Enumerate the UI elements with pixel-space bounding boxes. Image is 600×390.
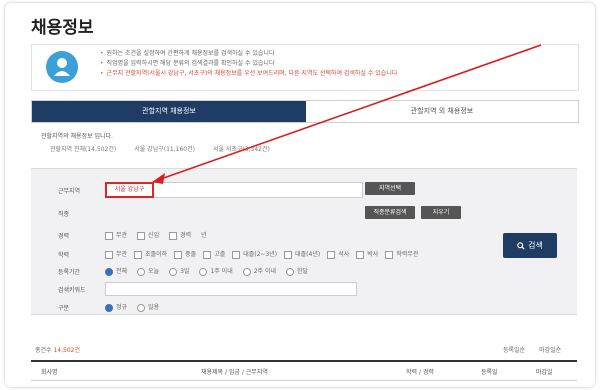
career-option[interactable]: 경력 [169, 230, 191, 240]
career-label: 경력 [58, 233, 70, 240]
column-header: 마감일 [536, 369, 553, 376]
result-tabs: 관할지역 채용정보 관할지역 외 채용정보 [31, 100, 579, 123]
date-options: 전체 오늘 3일 1주 이내 2주 이내 한달 [105, 266, 308, 276]
search-button[interactable]: 검색 [503, 233, 557, 258]
column-header: 채용제목 / 임금 / 근무지역 [201, 369, 268, 376]
results-table-header: 회사명 채용제목 / 임금 / 근무지역 학력 / 경력 등록일 마감일 [31, 360, 577, 381]
search-button-label: 검색 [528, 241, 543, 250]
edu-option[interactable]: 초졸이하 [134, 249, 167, 259]
date-option[interactable]: 한달 [286, 266, 308, 276]
edu-option[interactable]: 대졸(4년) [284, 249, 320, 259]
selected-area-chip[interactable]: 서울 강남구 [105, 182, 154, 198]
date-option[interactable]: 전체 [105, 266, 127, 276]
date-option[interactable]: 오늘 [137, 266, 159, 276]
column-header: 회사명 [41, 369, 58, 376]
edu-option[interactable]: 무관 [105, 249, 127, 259]
tab-local-jobs[interactable]: 관할지역 채용정보 [32, 101, 306, 122]
column-header: 등록일 [481, 369, 498, 376]
edu-label: 학력 [58, 252, 70, 259]
area-label: 근무지역 [58, 188, 81, 195]
edu-options: 무관 초졸이하 중졸 고졸 대졸(2~3년) 대졸(4년) 석사 박사 학력무관 [105, 249, 418, 259]
region-note: 관할지역의 채용정보 입니다. [41, 133, 113, 140]
tab-other-jobs[interactable]: 관할지역 외 채용정보 [306, 101, 578, 122]
search-panel: 근무지역 서울 강남구 지역선택 직종 직종분류검색 지우기 경력 무관 신입 … [31, 168, 577, 315]
info-list: 원하는 조건을 설정하여 간편하게 채용정보를 검색하실 수 있습니다 직업명을… [100, 49, 398, 79]
type-option[interactable]: 정규 [105, 302, 127, 312]
career-options: 무관 신입 경력 년 [105, 230, 207, 240]
region-stats: 관할지역 전체(14,502건) 서울 강남구(11,160건) 서울 서초구(… [50, 144, 270, 153]
area-field[interactable]: 서울 강남구 [105, 182, 363, 198]
keyword-label: 검색키워드 [58, 287, 86, 294]
date-label: 등록기간 [58, 269, 81, 276]
search-icon [517, 241, 525, 250]
info-panel: 원하는 조건을 설정하여 간편하게 채용정보를 검색하실 수 있습니다 직업명을… [31, 44, 579, 91]
info-note: 원하는 조건을 설정하여 간편하게 채용정보를 검색하실 수 있습니다 [100, 49, 397, 59]
page-frame: 채용정보 원하는 조건을 설정하여 간편하게 채용정보를 검색하실 수 있습니다… [5, 3, 595, 387]
career-option[interactable]: 무관 [105, 230, 127, 240]
page-title: 채용정보 [31, 18, 94, 38]
region-stat-link[interactable]: 서울 서초구(3,342건) [213, 144, 270, 153]
count-value: 14,502건 [53, 347, 80, 354]
job-category-button[interactable]: 직종분류검색 [365, 206, 415, 219]
edu-option[interactable]: 고졸 [203, 249, 225, 259]
edu-option[interactable]: 대졸(2~3년) [232, 249, 277, 259]
result-count: 총건수 14,502건 [35, 345, 80, 354]
type-options: 정규 일용 [105, 302, 159, 312]
column-header: 학력 / 경력 [406, 369, 434, 376]
type-option[interactable]: 일용 [137, 302, 159, 312]
career-years[interactable]: 년 [201, 230, 207, 239]
sort-option[interactable]: 마감일순 [539, 345, 561, 354]
date-option[interactable]: 1주 이내 [199, 266, 233, 276]
area-select-button[interactable]: 지역선택 [365, 182, 415, 195]
region-stat-link[interactable]: 서울 강남구(11,160건) [134, 144, 195, 153]
edu-option[interactable]: 박사 [356, 249, 378, 259]
region-stat-link[interactable]: 관할지역 전체(14,502건) [50, 144, 116, 153]
user-info-icon [46, 51, 78, 83]
edu-option[interactable]: 학력무관 [385, 249, 418, 259]
info-note: 근무지 관할지역(서울시 강남구, 서초구)의 채용정보를 우선 보여드리며, … [100, 69, 398, 79]
date-option[interactable]: 2주 이내 [242, 266, 276, 276]
edu-option[interactable]: 석사 [327, 249, 349, 259]
count-label: 총건수 [35, 347, 52, 354]
job-label: 직종 [58, 211, 70, 218]
type-label: 구분 [58, 305, 70, 312]
sort-options: 등록일순 마감일순 [503, 345, 561, 354]
career-option[interactable]: 신입 [137, 230, 159, 240]
job-clear-button[interactable]: 지우기 [421, 206, 461, 219]
edu-option[interactable]: 중졸 [174, 249, 196, 259]
info-note: 직업명을 입력하시면 해당 분류의 검색결과를 확인하실 수 있습니다 [100, 59, 397, 69]
date-option[interactable]: 3일 [169, 266, 189, 276]
sort-option[interactable]: 등록일순 [503, 345, 525, 354]
keyword-input[interactable] [105, 282, 357, 296]
